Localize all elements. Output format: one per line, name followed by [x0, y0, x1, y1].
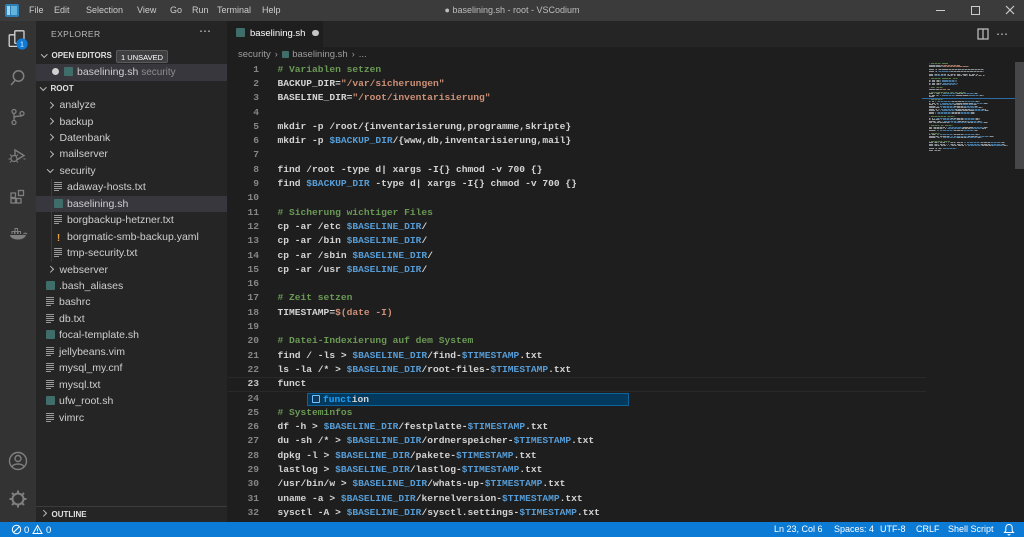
svg-text:0: 0: [24, 525, 29, 536]
svg-text:1: 1: [20, 42, 24, 49]
svg-text:0: 0: [46, 525, 51, 536]
